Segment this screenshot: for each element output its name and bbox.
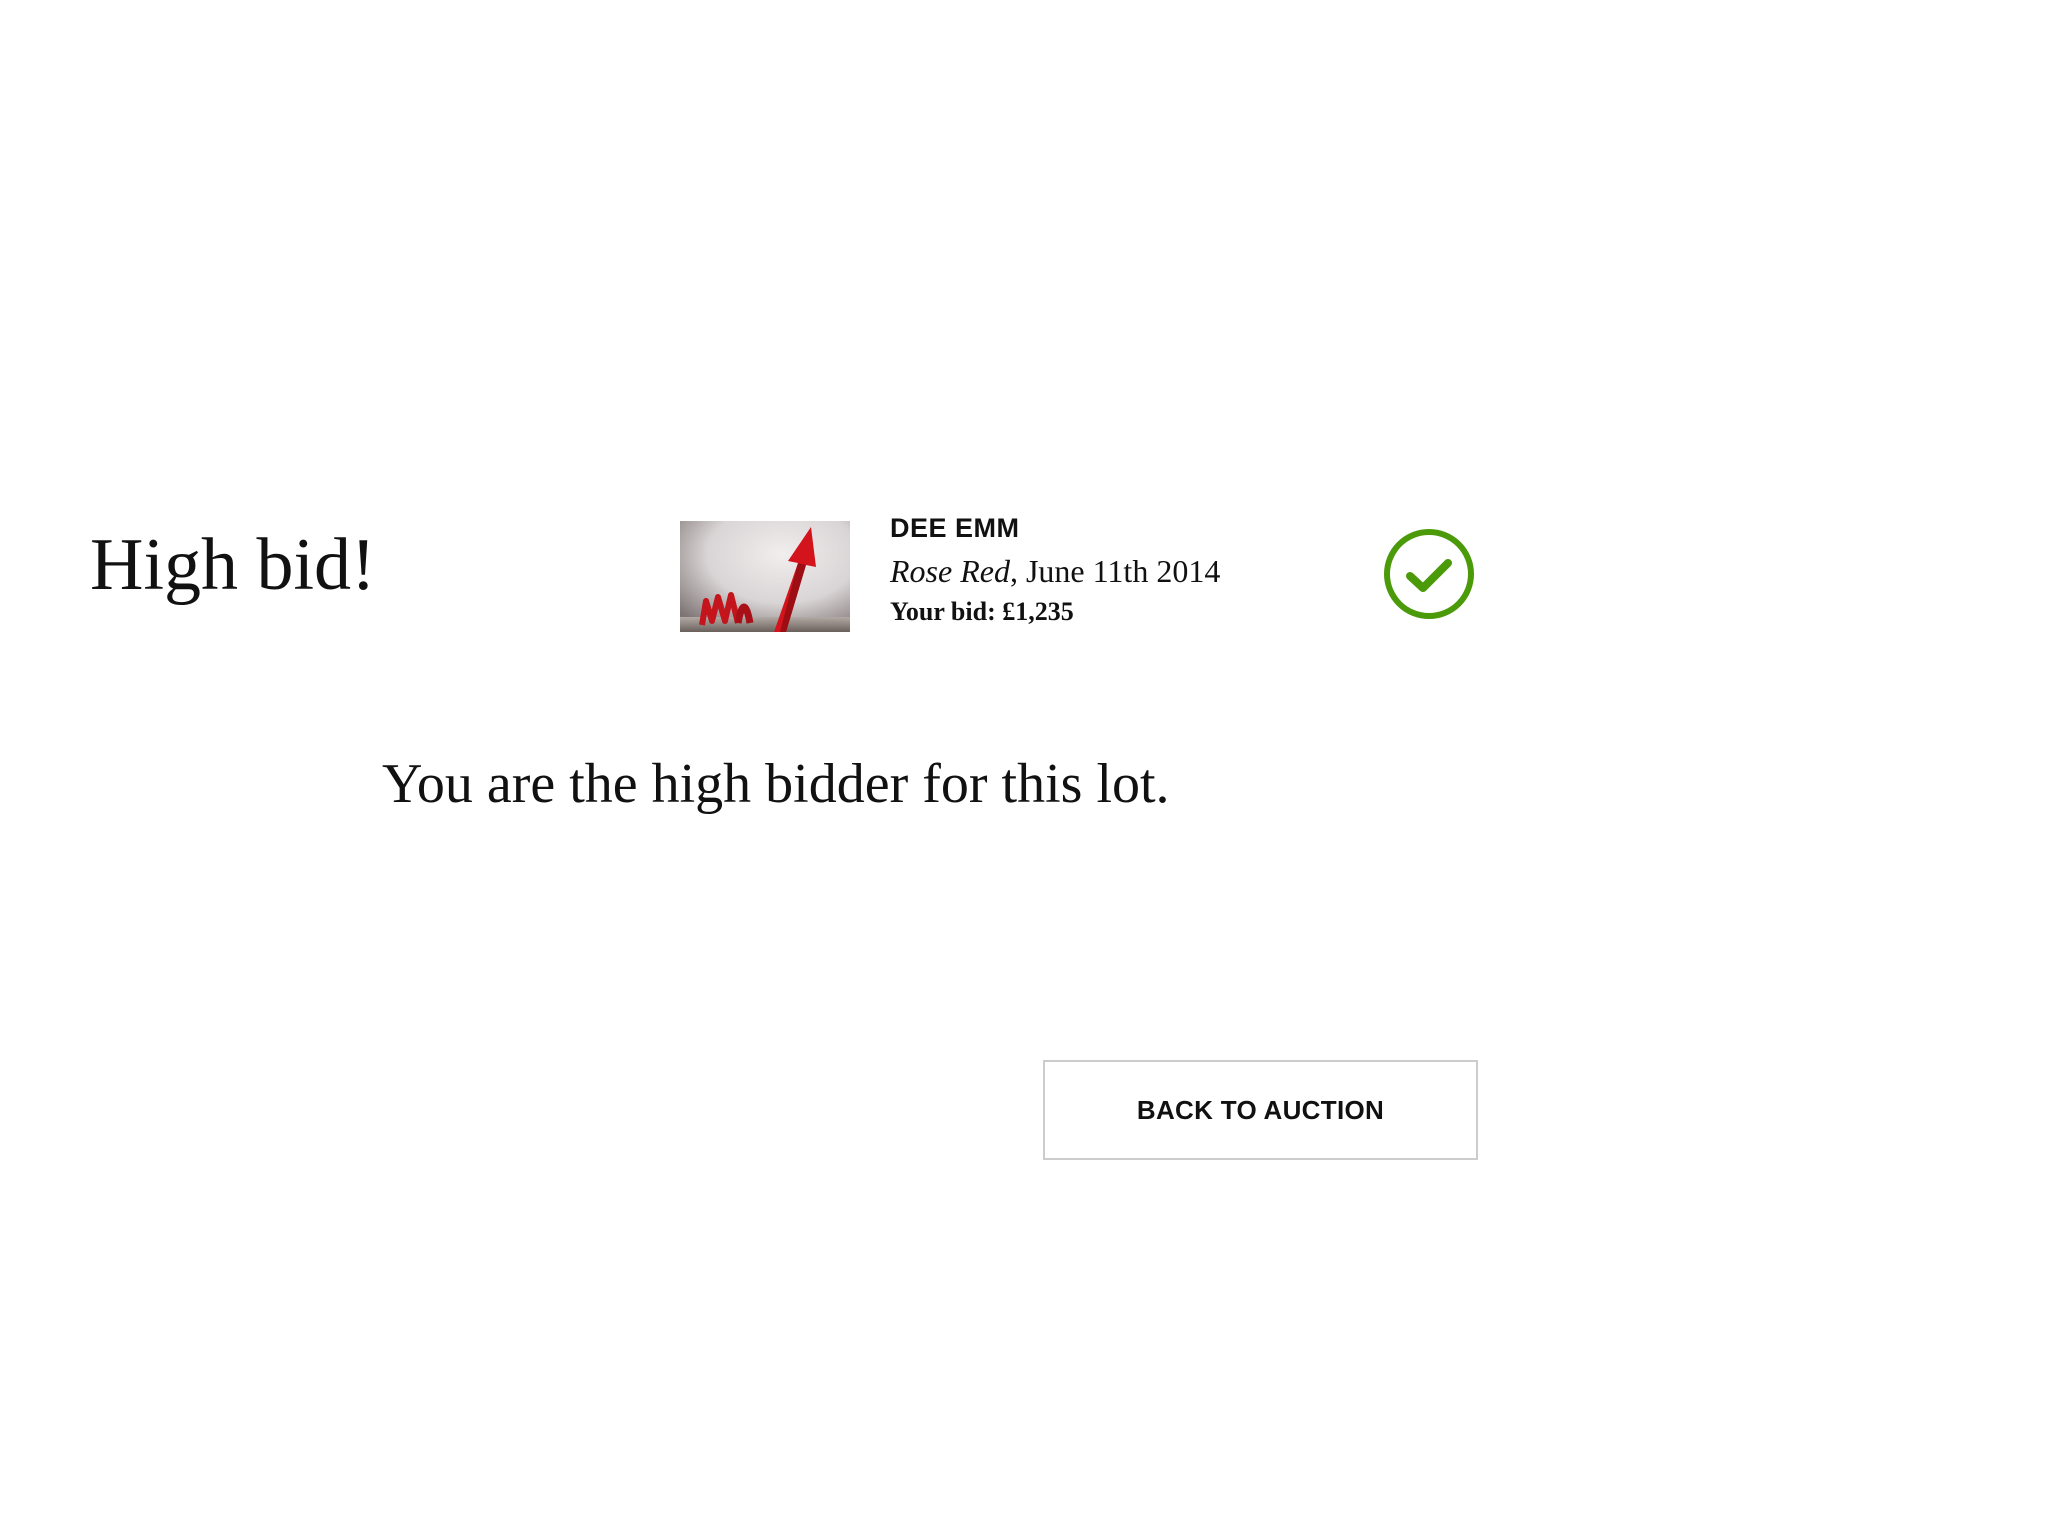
lot-title-line: Rose Red, June 11th 2014 bbox=[890, 548, 1220, 594]
lot-thumbnail bbox=[680, 521, 850, 632]
lot-date: , June 11th 2014 bbox=[1009, 553, 1221, 589]
lot-details: DEE EMM Rose Red, June 11th 2014 Your bi… bbox=[890, 508, 1220, 630]
your-bid-amount: Your bid: £1,235 bbox=[890, 597, 1074, 626]
rising-arrow-image bbox=[680, 521, 850, 632]
lot-artist: DEE EMM bbox=[890, 513, 1020, 543]
page-title: High bid! bbox=[90, 524, 376, 606]
back-to-auction-button[interactable]: BACK TO AUCTION bbox=[1043, 1060, 1478, 1160]
lot-title: Rose Red bbox=[890, 553, 1010, 589]
check-circle-icon bbox=[1382, 527, 1476, 621]
status-message: You are the high bidder for this lot. bbox=[382, 753, 1170, 815]
